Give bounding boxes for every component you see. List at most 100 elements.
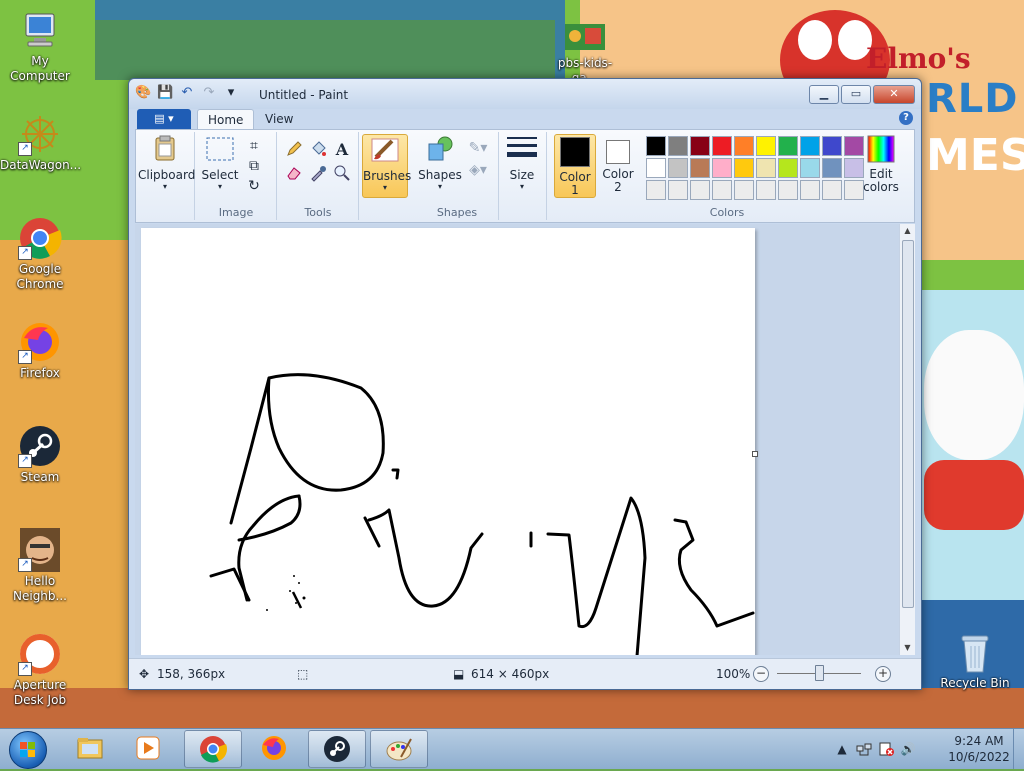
taskbar-steam[interactable] bbox=[308, 730, 366, 768]
palette-swatch[interactable] bbox=[756, 180, 776, 200]
paint-menu-button[interactable]: ▤ ▾ bbox=[137, 109, 191, 129]
media-player-icon bbox=[134, 734, 162, 762]
maximize-button[interactable]: ▭ bbox=[841, 85, 871, 104]
palette-swatch[interactable] bbox=[668, 158, 688, 178]
desktop-icon-steam[interactable]: ↗ Steam bbox=[0, 424, 80, 485]
text-tool-icon[interactable]: A bbox=[332, 140, 352, 160]
dropdown-arrow-icon: ▾ bbox=[162, 182, 167, 191]
resize-icon[interactable]: ⧉ bbox=[244, 156, 264, 176]
palette-swatch[interactable] bbox=[822, 180, 842, 200]
palette-swatch[interactable] bbox=[712, 158, 732, 178]
color-picker-icon[interactable] bbox=[308, 164, 328, 184]
palette-swatch[interactable] bbox=[800, 158, 820, 178]
vertical-scrollbar[interactable]: ▲ ▼ bbox=[899, 224, 915, 655]
palette-swatch[interactable] bbox=[778, 158, 798, 178]
brushes-button[interactable]: Brushes ▾ bbox=[362, 134, 411, 198]
palette-swatch[interactable] bbox=[756, 158, 776, 178]
palette-swatch[interactable] bbox=[690, 136, 710, 156]
palette-swatch[interactable] bbox=[734, 136, 754, 156]
palette-swatch[interactable] bbox=[734, 180, 754, 200]
close-button[interactable]: ✕ bbox=[873, 85, 915, 104]
clock-time[interactable]: 9:24 AM bbox=[944, 734, 1014, 748]
save-icon[interactable]: 💾 bbox=[157, 85, 173, 101]
fill-bucket-icon[interactable] bbox=[308, 140, 328, 160]
palette-swatch[interactable] bbox=[690, 180, 710, 200]
desktop-icon-aperture-desk-job[interactable]: ↗ Aperture Desk Job bbox=[0, 632, 80, 708]
rotate-icon[interactable]: ↻ bbox=[244, 176, 264, 196]
desktop-icon-hello-neighbor[interactable]: ↗ Hello Neighb... bbox=[0, 528, 80, 604]
taskbar-chrome[interactable] bbox=[184, 730, 242, 768]
color1-button[interactable]: Color 1 bbox=[554, 134, 596, 198]
title-bar[interactable]: 🎨 💾 ↶ ↷ ▾ Untitled - Paint ▁ ▭ ✕ bbox=[129, 79, 921, 109]
palette-swatch[interactable] bbox=[778, 136, 798, 156]
zoom-slider-thumb[interactable] bbox=[815, 665, 824, 681]
taskbar-firefox[interactable] bbox=[246, 730, 302, 766]
show-desktop-button[interactable] bbox=[1013, 729, 1024, 769]
palette-swatch[interactable] bbox=[778, 180, 798, 200]
minimize-button[interactable]: ▁ bbox=[809, 85, 839, 104]
palette-swatch[interactable] bbox=[712, 180, 732, 200]
palette-swatch[interactable] bbox=[822, 136, 842, 156]
taskbar: ▲ 🔊 9:24 AM 10/6/2022 bbox=[0, 728, 1024, 769]
desktop-icon-recycle-bin[interactable]: Recycle Bin bbox=[935, 630, 1015, 691]
network-icon[interactable] bbox=[856, 741, 872, 757]
color2-button[interactable]: Color 2 bbox=[598, 134, 638, 196]
pencil-icon[interactable] bbox=[284, 140, 304, 160]
eraser-icon[interactable] bbox=[284, 164, 304, 184]
crop-icon[interactable]: ⌗ bbox=[244, 136, 264, 156]
paint-app-icon[interactable]: 🎨 bbox=[135, 85, 151, 101]
palette-swatch[interactable] bbox=[712, 136, 732, 156]
cursor-position-icon: ✥ bbox=[139, 667, 150, 681]
chrome-icon: ↗ bbox=[18, 216, 62, 260]
clock-date[interactable]: 10/6/2022 bbox=[944, 750, 1014, 764]
zoom-out-button[interactable]: − bbox=[753, 666, 769, 682]
edit-colors-button[interactable]: Edit colors bbox=[860, 134, 902, 196]
taskbar-paint[interactable] bbox=[370, 730, 428, 768]
image-group-label: Image bbox=[218, 206, 254, 219]
drawing-canvas[interactable] bbox=[141, 228, 755, 655]
palette-swatch[interactable] bbox=[668, 136, 688, 156]
palette-swatch[interactable] bbox=[646, 158, 666, 178]
clipboard-button[interactable]: Clipboard ▾ bbox=[138, 134, 195, 196]
desktop-icon-firefox[interactable]: ↗ Firefox bbox=[0, 320, 80, 381]
dropdown-arrow-icon: ▾ bbox=[217, 182, 222, 191]
shapes-button[interactable]: Shapes ▾ bbox=[418, 134, 462, 196]
desktop-icon-pbs-kids[interactable]: pbs-kids-ga... bbox=[545, 20, 625, 86]
desktop-icon-my-computer[interactable]: My Computer bbox=[0, 8, 80, 84]
taskbar-media-player[interactable] bbox=[120, 730, 176, 766]
taskbar-explorer[interactable] bbox=[62, 730, 118, 766]
palette-swatch[interactable] bbox=[690, 158, 710, 178]
wallpaper-tile-dino-art bbox=[95, 20, 555, 80]
scroll-down-icon[interactable]: ▼ bbox=[900, 641, 915, 655]
palette-swatch[interactable] bbox=[646, 136, 666, 156]
palette-swatch[interactable] bbox=[800, 180, 820, 200]
action-center-icon[interactable] bbox=[878, 741, 894, 757]
show-hidden-icons-icon[interactable]: ▲ bbox=[834, 741, 850, 757]
canvas-resize-handle[interactable] bbox=[752, 451, 758, 457]
paint-window[interactable]: 🎨 💾 ↶ ↷ ▾ Untitled - Paint ▁ ▭ ✕ ▤ ▾ Hom… bbox=[128, 78, 922, 690]
scroll-up-icon[interactable]: ▲ bbox=[900, 224, 915, 238]
customize-toolbar-icon[interactable]: ▾ bbox=[223, 85, 239, 101]
help-icon[interactable]: ? bbox=[899, 111, 913, 125]
redo-icon[interactable]: ↷ bbox=[201, 85, 217, 101]
magnifier-icon[interactable] bbox=[332, 164, 352, 184]
undo-icon[interactable]: ↶ bbox=[179, 85, 195, 101]
palette-swatch[interactable] bbox=[668, 180, 688, 200]
palette-swatch[interactable] bbox=[822, 158, 842, 178]
palette-swatch[interactable] bbox=[734, 158, 754, 178]
tab-home[interactable]: Home bbox=[197, 109, 255, 130]
desktop-icon-datawagon[interactable]: ↗ DataWagon... bbox=[0, 112, 81, 173]
select-button[interactable]: Select ▾ bbox=[200, 134, 240, 196]
desktop-icon-google-chrome[interactable]: ↗ Google Chrome bbox=[0, 216, 80, 292]
tab-view[interactable]: View bbox=[255, 109, 303, 129]
zoom-in-button[interactable]: + bbox=[875, 666, 891, 682]
size-button[interactable]: Size ▾ bbox=[502, 134, 542, 196]
palette-swatch[interactable] bbox=[756, 136, 776, 156]
outline-icon[interactable]: ✎▾ bbox=[468, 138, 488, 158]
scrollbar-thumb[interactable] bbox=[902, 240, 914, 608]
start-button[interactable] bbox=[4, 730, 52, 769]
palette-swatch[interactable] bbox=[646, 180, 666, 200]
volume-icon[interactable]: 🔊 bbox=[900, 741, 916, 757]
fill-icon[interactable]: ◈▾ bbox=[468, 160, 488, 180]
palette-swatch[interactable] bbox=[800, 136, 820, 156]
